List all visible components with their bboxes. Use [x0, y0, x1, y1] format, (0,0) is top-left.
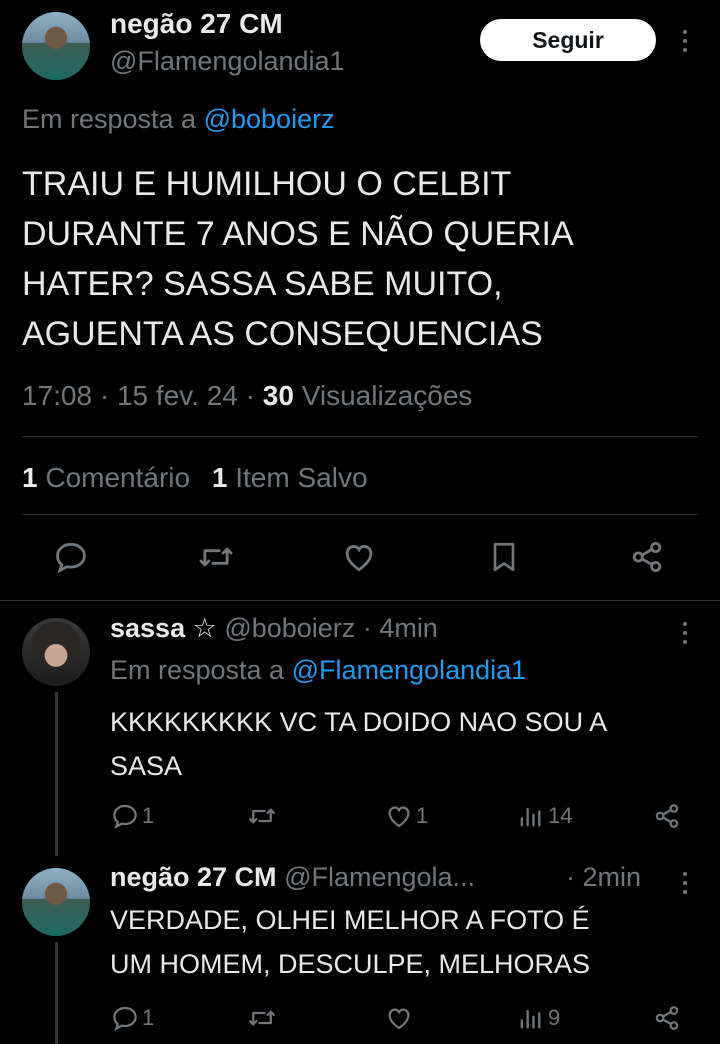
share-icon[interactable]: [652, 1003, 682, 1033]
divider: [22, 436, 698, 437]
heart-icon[interactable]: [384, 1003, 414, 1033]
author-name[interactable]: negão 27 CM: [110, 8, 283, 40]
divider: [22, 514, 698, 515]
avatar[interactable]: [22, 618, 90, 686]
reply-count: 1: [142, 803, 155, 828]
views-count: 30: [262, 380, 294, 411]
more-icon[interactable]: [682, 622, 688, 649]
comments-label: Comentário: [45, 462, 191, 493]
share-icon[interactable]: [628, 538, 666, 576]
meta-separator: ·: [99, 380, 110, 411]
heart-icon[interactable]: [340, 538, 378, 576]
author-name[interactable]: negão 27 CM: [110, 862, 277, 892]
comment-icon[interactable]: 1: [110, 1003, 154, 1033]
tweet-text-line: AGUENTA AS CONSEQUENCIAS: [22, 315, 543, 353]
views-label: Visualizações: [301, 380, 473, 411]
reply-text-line: SASA: [110, 751, 183, 781]
reply-prefix: Em resposta a: [110, 655, 285, 685]
tweet-text-line: HATER? SASSA SABE MUITO,: [22, 265, 503, 303]
reply-header: negão 27 CM @Flamengola...: [110, 862, 475, 893]
meta-separator: ·: [245, 380, 255, 411]
tweet-time[interactable]: 17:08: [22, 380, 92, 411]
retweet-icon[interactable]: [246, 801, 278, 831]
comment-icon[interactable]: 1: [110, 801, 154, 831]
views-count: 9: [548, 1005, 561, 1030]
bookmark-icon[interactable]: [486, 538, 522, 576]
saved-stat[interactable]: 1 Item Salvo: [212, 462, 368, 493]
reply-header: sassa ☆ @boboierz · 4min: [110, 613, 438, 644]
reply-to-link[interactable]: @Flamengolandia1: [292, 655, 527, 685]
tweet-text: TRAIU E HUMILHOU O CELBIT DURANTE 7 ANOS…: [22, 159, 574, 359]
reply-count: 1: [142, 1005, 155, 1030]
avatar[interactable]: [22, 868, 90, 936]
tweet-text-line: DURANTE 7 ANOS E NÃO QUERIA: [22, 215, 574, 253]
more-icon[interactable]: [682, 872, 688, 899]
thread-line: [55, 942, 58, 1044]
views-icon[interactable]: 9: [516, 1003, 560, 1033]
comments-count: 1: [22, 462, 38, 493]
reply-to-link[interactable]: @boboierz: [204, 104, 335, 134]
comment-icon[interactable]: [52, 538, 90, 576]
tweet-meta: 17:08 · 15 fev. 24 · 30 Visualizações: [22, 380, 472, 412]
reply-time[interactable]: · 4min: [363, 613, 438, 643]
saved-count: 1: [211, 462, 228, 493]
avatar[interactable]: [22, 12, 90, 80]
reply-text: KKKKKKKKK VC TA DOIDO NAO SOU A SASA: [110, 700, 607, 788]
comments-stat[interactable]: 1 Comentário: [22, 462, 198, 493]
reply-time[interactable]: · 2min: [566, 862, 641, 893]
reply-prefix: Em resposta a: [22, 104, 197, 134]
reply-text-line: UM HOMEM, DESCULPE, MELHORAS: [110, 949, 591, 979]
saved-label: Item Salvo: [235, 462, 368, 493]
author-handle[interactable]: @Flamengola...: [284, 862, 475, 892]
retweet-icon[interactable]: [246, 1003, 278, 1033]
more-icon[interactable]: [682, 30, 688, 57]
author-handle[interactable]: @Flamengolandia1: [110, 46, 345, 77]
heart-icon[interactable]: 1: [384, 801, 428, 831]
share-icon[interactable]: [652, 801, 682, 831]
retweet-icon[interactable]: [196, 538, 236, 576]
thread-line: [55, 692, 58, 856]
views-count: 14: [548, 803, 573, 828]
reply-text: VERDADE, OLHEI MELHOR A FOTO É UM HOMEM,…: [110, 898, 590, 986]
reply-text-line: VERDADE, OLHEI MELHOR A FOTO É: [110, 905, 590, 935]
like-count: 1: [416, 803, 429, 828]
divider: [0, 600, 720, 601]
reply-text-line: KKKKKKKKK VC TA DOIDO NAO SOU A: [110, 707, 608, 737]
engagement-stats: 1 Comentário 1 Item Salvo: [22, 462, 368, 494]
reply-context: Em resposta a @boboierz: [22, 104, 335, 135]
author-name[interactable]: sassa ☆: [110, 613, 217, 643]
tweet-text-line: TRAIU E HUMILHOU O CELBIT: [22, 165, 512, 203]
views-icon[interactable]: 14: [516, 801, 572, 831]
reply-context: Em resposta a @Flamengolandia1: [110, 655, 526, 686]
author-handle[interactable]: @boboierz: [224, 613, 355, 643]
tweet-date[interactable]: 15 fev. 24: [117, 380, 238, 411]
follow-button[interactable]: Seguir: [480, 19, 656, 61]
